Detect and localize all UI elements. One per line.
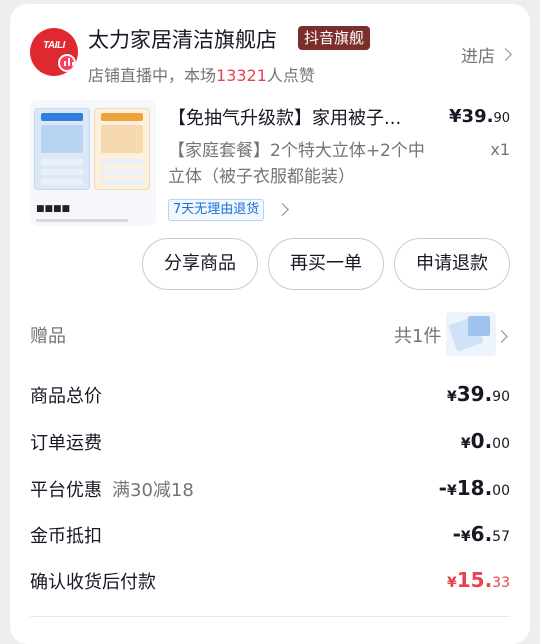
summary-value: -¥6.57 [452,522,510,546]
summary-value: ¥39.90 [446,382,510,406]
gift-thumbnail[interactable] [446,312,496,356]
summary-label: 订单运费 [30,433,102,454]
summary-label: 平台优惠 满30减18 [30,480,194,501]
total-payment-value: ¥15.33 [446,568,510,592]
logo-text: TAILI [42,40,66,51]
enter-store-link[interactable]: 进店 [461,42,512,67]
like-count: 13321 [216,66,267,85]
chevron-right-icon[interactable] [495,330,508,343]
discount-note: 满30减18 [112,480,194,501]
product-thumbnail[interactable]: ■■■■ [30,100,156,226]
live-prefix: 店铺直播中，本场 [88,66,217,85]
gift-count[interactable]: 共1件 [394,322,441,348]
enter-store-label: 进店 [461,47,495,67]
chevron-right-icon [499,48,512,61]
summary-label: 金币抵扣 [30,526,102,547]
summary-label: 确认收货后付款 [30,572,156,593]
product-quantity: x1 [490,140,510,159]
live-status: 店铺直播中，本场13321人点赞 [88,62,315,86]
summary-value: ¥0.00 [460,429,510,453]
live-indicator-icon [58,54,76,72]
order-card: TAILI 太力家居清洁旗舰店 抖音旗舰 店铺直播中，本场13321人点赞 进店… [10,4,530,644]
request-refund-button[interactable]: 申请退款 [394,238,510,290]
price-int: ¥39. [449,106,494,127]
summary-value: -¥18.00 [438,476,510,500]
live-suffix: 人点赞 [266,66,315,85]
return-policy-tag[interactable]: 7天无理由退货 [168,199,265,221]
buy-again-button[interactable]: 再买一单 [268,238,384,290]
price-dec: 90 [493,111,510,126]
flagship-badge: 抖音旗舰 [298,26,371,50]
store-name[interactable]: 太力家居清洁旗舰店 [88,24,277,54]
share-product-button[interactable]: 分享商品 [142,238,258,290]
thumbnail-caption-icon: ■■■■ [36,204,71,214]
chevron-right-icon[interactable] [276,203,289,216]
product-title[interactable]: 【免抽气升级款】家用被子... [168,104,428,130]
store-logo[interactable]: TAILI [30,28,78,76]
gift-label: 赠品 [30,326,66,347]
product-spec: 【家庭套餐】2个特大立体+2个中立体（被子衣服都能装） [168,141,425,187]
divider [30,616,510,617]
product-price: ¥39.90 [449,106,510,127]
summary-label: 商品总价 [30,386,102,407]
